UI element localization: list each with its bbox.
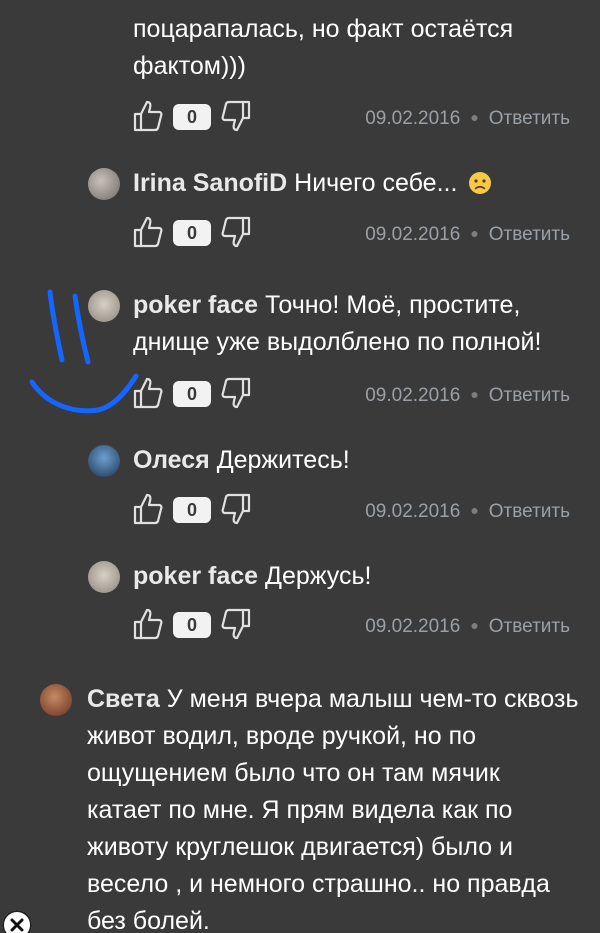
likes-count: 0 bbox=[173, 381, 211, 407]
likes-count: 0 bbox=[173, 220, 211, 246]
reply-link[interactable]: Ответить bbox=[489, 224, 570, 245]
reply-link[interactable]: Ответить bbox=[489, 501, 570, 522]
comment-author[interactable]: Олеся bbox=[133, 446, 210, 474]
comment-meta: 09.02.2016 ● Ответить bbox=[365, 104, 570, 132]
comment-meta: 09.02.2016 ● Ответить bbox=[365, 497, 570, 525]
comment-text-fragment: поцарапалась, но факт остаётся фактом))) bbox=[133, 11, 576, 85]
like-button[interactable] bbox=[133, 100, 163, 132]
comment-meta: 09.02.2016 ● Ответить bbox=[365, 612, 570, 640]
comment-date: 09.02.2016 bbox=[365, 501, 461, 522]
fragment-line-2: фактом))) bbox=[133, 52, 246, 80]
thumbs-up-icon bbox=[133, 493, 163, 525]
dislike-button[interactable] bbox=[221, 493, 251, 525]
comment-body: poker face Точно! Моё, простите, днище у… bbox=[133, 287, 580, 361]
comment-message: Держусь! bbox=[265, 562, 372, 590]
thumbs-down-icon bbox=[221, 216, 251, 248]
thumbs-up-icon bbox=[133, 608, 163, 640]
comment-date: 09.02.2016 bbox=[365, 385, 461, 406]
likes-count: 0 bbox=[173, 612, 211, 638]
comment-author[interactable]: Света bbox=[87, 685, 160, 713]
avatar[interactable] bbox=[88, 168, 120, 200]
separator-dot: ● bbox=[470, 386, 479, 402]
comment-body: Света У меня вчера малыш чем-то сквозь ж… bbox=[87, 681, 580, 933]
like-button[interactable] bbox=[133, 493, 163, 525]
comment-author[interactable]: poker face bbox=[133, 291, 258, 319]
dislike-button[interactable] bbox=[221, 608, 251, 640]
separator-dot: ● bbox=[470, 502, 479, 518]
separator-dot: ● bbox=[470, 109, 479, 125]
comment-message: У меня вчера малыш чем-то сквозь живот в… bbox=[87, 685, 579, 933]
thumbs-down-icon bbox=[221, 377, 251, 409]
comment-date: 09.02.2016 bbox=[365, 108, 461, 129]
comment-date: 09.02.2016 bbox=[365, 616, 461, 637]
worried-face-emoji-icon bbox=[469, 172, 492, 194]
reply-link[interactable]: Ответить bbox=[489, 385, 570, 406]
separator-dot: ● bbox=[470, 225, 479, 241]
comment-actions: 0 09.02.2016 ● Ответить bbox=[133, 100, 580, 134]
comments-page: поцарапалась, но факт остаётся фактом)))… bbox=[0, 0, 600, 933]
like-button[interactable] bbox=[133, 377, 163, 409]
thumbs-up-icon bbox=[133, 100, 163, 132]
avatar[interactable] bbox=[88, 290, 120, 322]
comment-meta: 09.02.2016 ● Ответить bbox=[365, 381, 570, 409]
comment-actions: 0 09.02.2016 ● Ответить bbox=[133, 377, 580, 411]
like-button[interactable] bbox=[133, 216, 163, 248]
comment-body: poker face Держусь! bbox=[133, 558, 580, 595]
close-x-icon bbox=[2, 910, 32, 933]
thumbs-up-icon bbox=[133, 216, 163, 248]
fragment-line-1: поцарапалась, но факт остаётся bbox=[133, 15, 514, 43]
comment-message: Ничего себе... bbox=[294, 169, 458, 197]
thumbs-down-icon bbox=[221, 100, 251, 132]
avatar[interactable] bbox=[88, 561, 120, 593]
comment-author[interactable]: poker face bbox=[133, 562, 258, 590]
comment-body: Олеся Держитесь! bbox=[133, 442, 580, 479]
thumbs-down-icon bbox=[221, 608, 251, 640]
avatar[interactable] bbox=[40, 684, 72, 716]
comment-message: Держитесь! bbox=[216, 446, 350, 474]
comment-date: 09.02.2016 bbox=[365, 224, 461, 245]
dislike-button[interactable] bbox=[221, 377, 251, 409]
dislike-button[interactable] bbox=[221, 100, 251, 132]
likes-count: 0 bbox=[173, 104, 211, 130]
thumbs-up-icon bbox=[133, 377, 163, 409]
separator-dot: ● bbox=[470, 617, 479, 633]
comment-meta: 09.02.2016 ● Ответить bbox=[365, 220, 570, 248]
reply-link[interactable]: Ответить bbox=[489, 108, 570, 129]
comment-actions: 0 09.02.2016 ● Ответить bbox=[133, 493, 580, 527]
comment-body: Irina SanofiD Ничего себе... bbox=[133, 165, 580, 202]
thumbs-down-icon bbox=[221, 493, 251, 525]
comment-actions: 0 09.02.2016 ● Ответить bbox=[133, 608, 580, 642]
likes-count: 0 bbox=[173, 497, 211, 523]
avatar[interactable] bbox=[88, 445, 120, 477]
like-button[interactable] bbox=[133, 608, 163, 640]
comment-actions: 0 09.02.2016 ● Ответить bbox=[133, 216, 580, 250]
close-icon[interactable] bbox=[2, 910, 32, 933]
reply-link[interactable]: Ответить bbox=[489, 616, 570, 637]
comment-author[interactable]: Irina SanofiD bbox=[133, 169, 287, 197]
dislike-button[interactable] bbox=[221, 216, 251, 248]
